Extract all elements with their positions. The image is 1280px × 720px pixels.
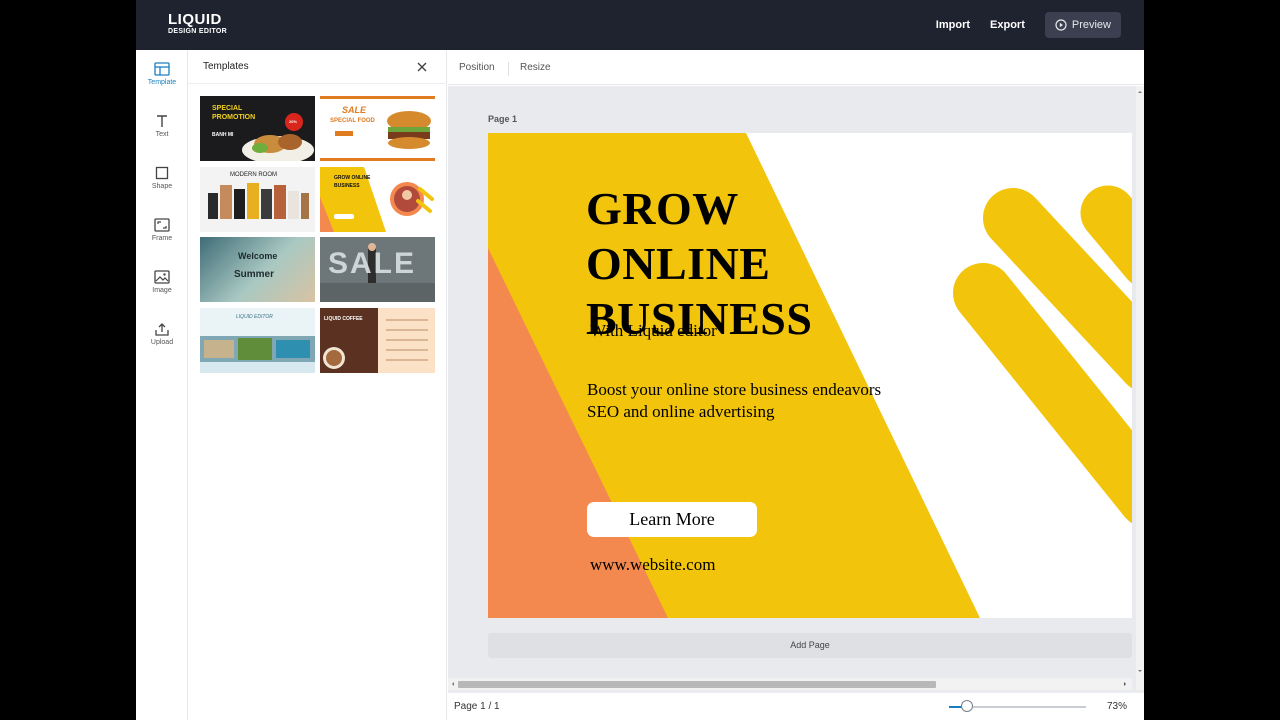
rail-item-upload[interactable]: Upload	[136, 322, 188, 366]
template-thumb-welcome-summer[interactable]: Welcome Summer	[200, 237, 315, 302]
rail-item-text[interactable]: Text	[136, 114, 188, 158]
upload-icon	[155, 323, 169, 336]
template-thumb-modern-room[interactable]: MODERN ROOM	[200, 167, 315, 232]
template-thumb-special-promotion[interactable]: SPECIAL PROMOTION BANH MI 20%	[200, 96, 315, 161]
thumb-text: 20%	[289, 119, 298, 124]
rail-item-template[interactable]: Template	[136, 62, 188, 106]
toolbar-divider	[508, 62, 509, 76]
rail-item-frame[interactable]: Frame	[136, 218, 188, 262]
close-icon[interactable]	[415, 60, 429, 74]
scroll-left-icon[interactable]	[449, 678, 457, 690]
zoom-level: 73%	[1107, 701, 1128, 712]
thumb-text: SALE	[328, 247, 417, 280]
horizontal-scrollbar[interactable]	[448, 678, 1132, 690]
template-icon	[154, 62, 170, 76]
scroll-up-icon[interactable]	[1136, 88, 1144, 96]
template-thumb-grow-online[interactable]: GROW ONLINE BUSINESS	[320, 167, 435, 232]
add-page-button[interactable]: Add Page	[488, 633, 1132, 658]
template-thumb-sale[interactable]: SALE	[320, 237, 435, 302]
thumb-text: Welcome	[238, 251, 278, 261]
thumb-text: BANH MI	[212, 132, 234, 138]
canvas-url[interactable]: www.website.com	[590, 555, 715, 575]
templates-panel: Templates SPECIAL PROMOTION BANH MI 20%	[188, 50, 447, 720]
scroll-down-icon[interactable]	[1136, 667, 1144, 675]
resize-button[interactable]: Resize	[520, 62, 551, 73]
toolbar: Position Resize	[448, 50, 1144, 85]
panel-title: Templates	[203, 61, 249, 72]
tool-rail: Template Text Shape Frame Image Upload	[136, 50, 188, 720]
rail-label-image: Image	[152, 287, 172, 294]
rail-label-template: Template	[147, 79, 177, 86]
play-circle-icon	[1055, 19, 1067, 31]
scroll-right-icon[interactable]	[1121, 678, 1129, 690]
frame-icon	[154, 218, 170, 232]
thumb-text: BUSINESS	[334, 183, 360, 189]
shape-icon	[155, 166, 169, 180]
top-bar: LIQUID DESIGN EDITOR Import Export Previ…	[136, 0, 1144, 50]
page-count: Page 1 / 1	[454, 701, 500, 712]
logo-subtitle: DESIGN EDITOR	[168, 28, 228, 35]
vertical-scrollbar[interactable]	[1136, 86, 1144, 690]
export-button[interactable]: Export	[990, 19, 1025, 31]
thumb-text: LIQUID EDITOR	[236, 314, 273, 320]
body-line: Boost your online store business endeavo…	[587, 380, 882, 399]
template-thumb-liquid-editor[interactable]: LIQUID EDITOR	[200, 308, 315, 373]
thumb-text: SPECIAL	[212, 105, 243, 112]
thumb-text: SPECIAL FOOD	[330, 118, 375, 124]
thumb-text: Summer	[234, 269, 275, 280]
rail-label-shape: Shape	[151, 183, 173, 190]
rail-item-image[interactable]: Image	[136, 270, 188, 314]
workspace: Page 1 GROW ONLINE BUSINESS With Liquid …	[448, 86, 1144, 692]
rail-label-text: Text	[155, 131, 169, 138]
thumb-art	[335, 111, 431, 149]
template-thumb-special-food[interactable]: SALE SPECIAL FOOD	[320, 96, 435, 161]
thumb-text: PROMOTION	[212, 114, 256, 121]
rail-label-upload: Upload	[150, 339, 174, 346]
status-bar: Page 1 / 1 73%	[448, 692, 1144, 720]
design-canvas[interactable]: GROW ONLINE BUSINESS With Liquid editor …	[488, 133, 1132, 618]
thumb-text: GROW ONLINE	[334, 175, 371, 181]
preview-label: Preview	[1071, 19, 1111, 31]
text-icon	[157, 115, 167, 127]
image-icon	[154, 270, 170, 284]
learn-more-button[interactable]: Learn More	[587, 502, 757, 537]
horizontal-scroll-thumb[interactable]	[458, 681, 936, 688]
page-label: Page 1	[488, 114, 518, 124]
rail-label-frame: Frame	[151, 235, 173, 242]
logo: LIQUID DESIGN EDITOR	[168, 12, 227, 35]
editor-app: LIQUID DESIGN EDITOR Import Export Previ…	[136, 0, 1144, 720]
canvas-body-text[interactable]: Boost your online store business endeavo…	[587, 379, 881, 423]
preview-button[interactable]: Preview	[1044, 12, 1121, 38]
import-button[interactable]: Import	[936, 19, 970, 31]
template-thumb-liquid-coffee[interactable]: LIQUID COFFEE	[320, 308, 435, 373]
thumb-text: MODERN ROOM	[230, 172, 277, 178]
canvas-subtitle[interactable]: With Liquid editor	[590, 321, 717, 341]
title-line: ONLINE	[586, 238, 771, 289]
title-line: GROW	[586, 183, 739, 234]
position-button[interactable]: Position	[459, 62, 495, 73]
top-actions: Import Export Preview	[936, 12, 1121, 38]
zoom-slider-handle[interactable]	[960, 700, 973, 712]
body-line: SEO and online advertising	[587, 402, 775, 421]
panel-header: Templates	[188, 50, 447, 84]
yellow-stripe-shape	[1080, 185, 1132, 284]
thumb-text: SALE	[342, 105, 367, 115]
logo-title: LIQUID	[168, 11, 222, 28]
thumb-text: LIQUID COFFEE	[324, 316, 363, 322]
rail-item-shape[interactable]: Shape	[136, 166, 188, 210]
